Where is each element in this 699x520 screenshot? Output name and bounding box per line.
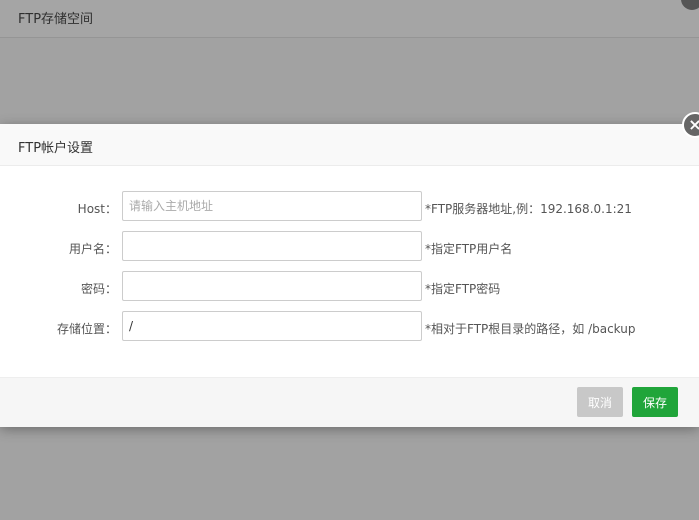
- username-label: 用户名：: [68, 242, 117, 256]
- host-label: Host：: [77, 202, 117, 216]
- background-window-title: FTP存储空间: [18, 12, 94, 27]
- ftp-account-dialog: FTP帐户设置 × Host： *FTP服务器地址,例：192.168.0.1:…: [0, 112, 699, 427]
- form-row-storage-path: 存储位置： *相对于FTP根目录的路径，如 /backup: [0, 311, 699, 351]
- ftp-form: Host： *FTP服务器地址,例：192.168.0.1:21 用户名： *指…: [0, 191, 699, 351]
- storage-path-label: 存储位置：: [56, 322, 117, 336]
- background-close-icon[interactable]: [681, 0, 699, 10]
- form-row-username: 用户名： *指定FTP用户名: [0, 231, 699, 271]
- username-hint: *指定FTP用户名: [425, 242, 513, 256]
- password-input[interactable]: [122, 271, 422, 301]
- cancel-button[interactable]: 取消: [577, 387, 623, 417]
- background-window-header: FTP存储空间: [0, 0, 699, 38]
- dialog-footer: 取消 保存: [0, 377, 699, 427]
- password-hint: *指定FTP密码: [425, 282, 501, 296]
- page: FTP存储空间 FTP帐户设置 × Host： *FTP服务器地址,例：192.…: [0, 0, 699, 520]
- save-button[interactable]: 保存: [632, 387, 678, 417]
- host-input[interactable]: [122, 191, 422, 221]
- form-row-password: 密码： *指定FTP密码: [0, 271, 699, 311]
- username-input[interactable]: [122, 231, 422, 261]
- host-hint: *FTP服务器地址,例：192.168.0.1:21: [425, 202, 632, 216]
- dialog-header: FTP帐户设置: [0, 124, 699, 166]
- storage-path-hint: *相对于FTP根目录的路径，如 /backup: [425, 322, 636, 336]
- form-row-host: Host： *FTP服务器地址,例：192.168.0.1:21: [0, 191, 699, 231]
- dialog-title: FTP帐户设置: [18, 141, 94, 156]
- storage-path-input[interactable]: [122, 311, 422, 341]
- password-label: 密码：: [80, 282, 117, 296]
